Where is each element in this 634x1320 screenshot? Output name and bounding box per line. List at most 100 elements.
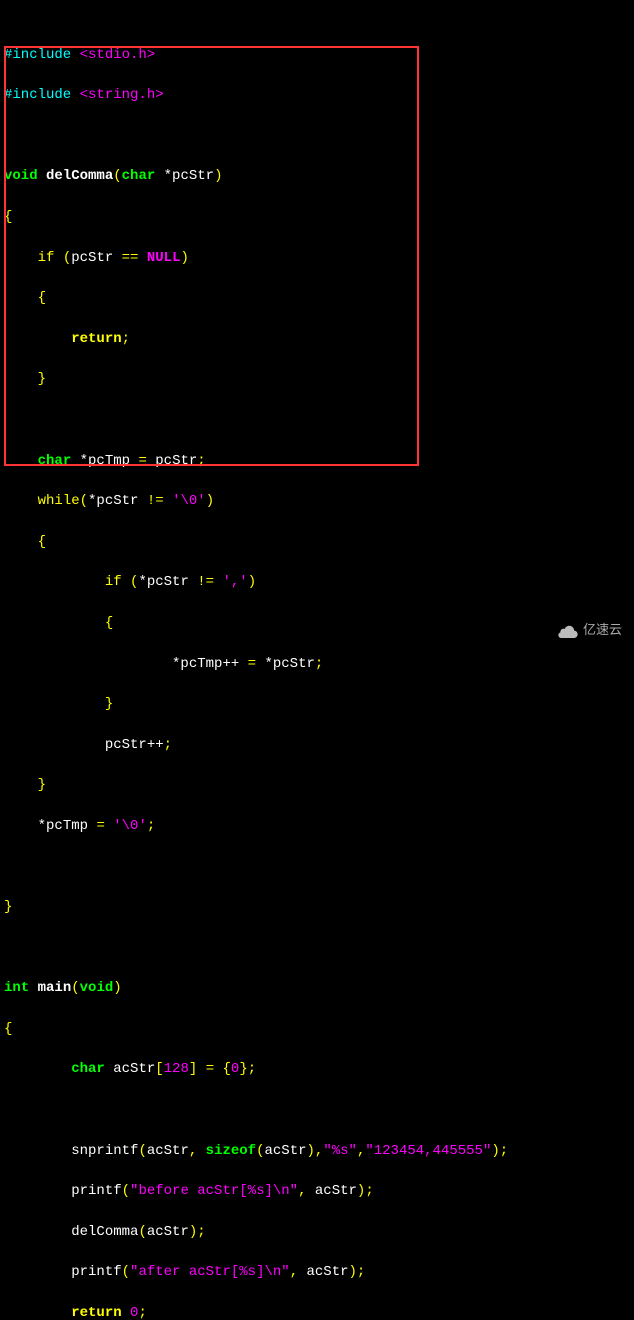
function-call: delComma bbox=[71, 1224, 138, 1240]
brace: } bbox=[105, 696, 113, 712]
argument: acStr bbox=[147, 1224, 189, 1240]
function-call: printf bbox=[71, 1183, 121, 1199]
string-literal: "%s" bbox=[323, 1143, 357, 1159]
brace: { bbox=[38, 290, 46, 306]
operator: = bbox=[96, 818, 104, 834]
code-line: return; bbox=[4, 329, 630, 349]
code-line: { bbox=[4, 532, 630, 552]
function-name: delComma bbox=[46, 168, 113, 184]
code-line: if (*pcStr != ',') bbox=[4, 572, 630, 592]
watermark: 亿速云 bbox=[557, 621, 622, 640]
paren: ( bbox=[113, 168, 121, 184]
code-line: #include <string.h> bbox=[4, 85, 630, 105]
cloud-icon bbox=[557, 624, 579, 638]
code-line: pcStr++; bbox=[4, 735, 630, 755]
function-name: main bbox=[38, 980, 72, 996]
paren: ( bbox=[80, 493, 88, 509]
brace: { bbox=[223, 1061, 231, 1077]
code-line: delComma(acStr); bbox=[4, 1222, 630, 1242]
code-line bbox=[4, 1100, 630, 1120]
code-line: { bbox=[4, 207, 630, 227]
variable: *pcStr bbox=[138, 574, 188, 590]
sizeof-keyword: sizeof bbox=[206, 1143, 256, 1159]
code-line: } bbox=[4, 369, 630, 389]
number-literal: 128 bbox=[164, 1061, 189, 1077]
watermark-text: 亿速云 bbox=[583, 621, 622, 640]
brace: { bbox=[38, 534, 46, 550]
code-line: return 0; bbox=[4, 1303, 630, 1320]
preprocessor-directive: #include bbox=[4, 47, 71, 63]
brace: { bbox=[4, 1021, 12, 1037]
code-line bbox=[4, 938, 630, 958]
paren: ) bbox=[214, 168, 222, 184]
bracket: [ bbox=[155, 1061, 163, 1077]
paren: ( bbox=[122, 1264, 130, 1280]
code-editor: #include <stdio.h> #include <string.h> v… bbox=[4, 4, 630, 1320]
code-line bbox=[4, 410, 630, 430]
string-literal: "before acStr[%s]\n" bbox=[130, 1183, 298, 1199]
argument: acStr bbox=[147, 1143, 189, 1159]
code-line: *pcTmp = '\0'; bbox=[4, 816, 630, 836]
paren: ( bbox=[138, 1143, 146, 1159]
param-name: *pcStr bbox=[164, 168, 214, 184]
semicolon: ; bbox=[122, 331, 130, 347]
variable: *pcTmp++ bbox=[172, 656, 239, 672]
variable: pcStr++ bbox=[105, 737, 164, 753]
variable: pcStr bbox=[71, 250, 113, 266]
return-type: void bbox=[4, 168, 38, 184]
operator: = bbox=[248, 656, 256, 672]
code-line: } bbox=[4, 897, 630, 917]
semicolon: ; bbox=[197, 1224, 205, 1240]
argument: acStr bbox=[307, 1264, 349, 1280]
semicolon: ; bbox=[357, 1264, 365, 1280]
operator: != bbox=[197, 574, 214, 590]
operator: == bbox=[122, 250, 139, 266]
null-keyword: NULL bbox=[147, 250, 181, 266]
code-line bbox=[4, 126, 630, 146]
function-call: snprintf bbox=[71, 1143, 138, 1159]
semicolon: ; bbox=[138, 1305, 146, 1320]
argument: acStr bbox=[315, 1183, 357, 1199]
semicolon: ; bbox=[197, 453, 205, 469]
char-literal: '\0' bbox=[113, 818, 147, 834]
code-line: { bbox=[4, 288, 630, 308]
variable: pcStr bbox=[155, 453, 197, 469]
variable: acStr bbox=[113, 1061, 155, 1077]
comma: , bbox=[290, 1264, 298, 1280]
paren: ) bbox=[189, 1224, 197, 1240]
brace: } bbox=[239, 1061, 247, 1077]
char-literal: ',' bbox=[223, 574, 248, 590]
param-type: void bbox=[80, 980, 114, 996]
return-type: int bbox=[4, 980, 29, 996]
char-literal: '\0' bbox=[172, 493, 206, 509]
return-keyword: return bbox=[71, 331, 121, 347]
brace: { bbox=[105, 615, 113, 631]
header-file: <string.h> bbox=[80, 87, 164, 103]
code-line bbox=[4, 856, 630, 876]
code-line: { bbox=[4, 1019, 630, 1039]
semicolon: ; bbox=[365, 1183, 373, 1199]
operator: = bbox=[138, 453, 146, 469]
var-type: char bbox=[38, 453, 72, 469]
brace: } bbox=[38, 777, 46, 793]
return-keyword: return bbox=[71, 1305, 121, 1320]
paren: ( bbox=[122, 1183, 130, 1199]
string-literal: "after acStr[%s]\n" bbox=[130, 1264, 290, 1280]
semicolon: ; bbox=[164, 737, 172, 753]
var-type: char bbox=[71, 1061, 105, 1077]
paren: ) bbox=[113, 980, 121, 996]
keyword: if bbox=[105, 574, 122, 590]
paren: ) bbox=[349, 1264, 357, 1280]
paren: ) bbox=[248, 574, 256, 590]
paren: ( bbox=[63, 250, 71, 266]
code-line: #include <stdio.h> bbox=[4, 45, 630, 65]
variable: *pcTmp bbox=[38, 818, 88, 834]
semicolon: ; bbox=[500, 1143, 508, 1159]
keyword: while bbox=[38, 493, 80, 509]
code-line: printf("after acStr[%s]\n", acStr); bbox=[4, 1262, 630, 1282]
semicolon: ; bbox=[315, 656, 323, 672]
code-line: snprintf(acStr, sizeof(acStr),"%s","1234… bbox=[4, 1141, 630, 1161]
code-line: while(*pcStr != '\0') bbox=[4, 491, 630, 511]
paren: ( bbox=[71, 980, 79, 996]
preprocessor-directive: #include bbox=[4, 87, 71, 103]
